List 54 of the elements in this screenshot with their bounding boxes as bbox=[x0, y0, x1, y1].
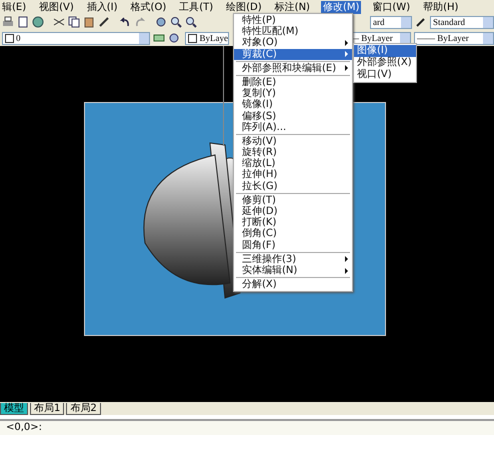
printer-icon[interactable] bbox=[2, 16, 14, 28]
menu-title[interactable]: 工具(T) bbox=[177, 0, 216, 14]
menu-item[interactable]: 外部参照(X) bbox=[354, 57, 416, 69]
menu-item[interactable]: 三维操作(3) bbox=[234, 254, 352, 265]
color-dropdown[interactable]: ByLaye bbox=[185, 32, 229, 44]
menu-title[interactable]: 视图(V) bbox=[37, 0, 76, 14]
menu-item[interactable]: 外部参照和块编辑(E) bbox=[234, 62, 352, 74]
menu-item[interactable]: 缩放(L) bbox=[234, 158, 352, 170]
color-swatch-icon bbox=[188, 34, 197, 42]
menu-title[interactable]: 绘图(D) bbox=[224, 0, 264, 14]
undo-icon[interactable] bbox=[119, 16, 131, 28]
page-icon[interactable] bbox=[17, 16, 29, 28]
menu-title[interactable]: 格式(O) bbox=[128, 0, 168, 14]
menu-item[interactable]: 复制(Y) bbox=[234, 88, 352, 100]
menu-title[interactable]: 帮助(H) bbox=[421, 0, 460, 14]
menu-title[interactable]: 标注(N) bbox=[272, 0, 312, 14]
menu-item[interactable]: 修剪(T) bbox=[234, 194, 352, 206]
menu-item[interactable]: 拉伸(H) bbox=[234, 169, 352, 181]
menu-item[interactable]: 拉长(G) bbox=[234, 180, 352, 192]
lineweight-dropdown[interactable]: —— ByLayer bbox=[414, 32, 494, 44]
layer-name: 0 bbox=[16, 33, 20, 43]
menu-item[interactable]: 剪裁(C) bbox=[234, 48, 352, 60]
layout-tab[interactable]: 布局1 bbox=[30, 403, 64, 415]
layout-tab[interactable]: 布局2 bbox=[66, 403, 101, 415]
menu-item[interactable]: 阵列(A)... bbox=[234, 122, 352, 133]
layer-dropdown[interactable]: 0 bbox=[2, 32, 150, 44]
dim-style-dropdown[interactable]: Standard bbox=[430, 16, 494, 28]
magnifier-icon[interactable] bbox=[185, 16, 197, 28]
menu-item[interactable]: 打断(K) bbox=[234, 217, 352, 228]
menu-title[interactable]: 辑(E) bbox=[0, 0, 28, 14]
zoom-icon[interactable] bbox=[170, 16, 182, 28]
pen-icon[interactable] bbox=[415, 16, 427, 28]
menu-item[interactable]: 删除(E) bbox=[234, 76, 352, 88]
menu-item[interactable]: 实体编辑(N) bbox=[234, 264, 352, 276]
menu-item[interactable]: 特性(P) bbox=[234, 15, 352, 26]
scissors-icon[interactable] bbox=[53, 16, 65, 28]
menu-item[interactable]: 移动(V) bbox=[234, 136, 352, 148]
menu-item[interactable]: 倒角(C) bbox=[234, 228, 352, 240]
menu-item[interactable]: 视口(V) bbox=[354, 69, 416, 81]
menu-title[interactable]: 插入(I) bbox=[84, 0, 120, 14]
menu-item[interactable]: 偏移(S) bbox=[234, 110, 352, 122]
menu-item[interactable]: 圆角(F) bbox=[234, 240, 352, 251]
menu-item[interactable]: 旋转(R) bbox=[234, 147, 352, 158]
clipboard-icon[interactable] bbox=[83, 16, 95, 28]
layers-icon[interactable] bbox=[153, 32, 165, 44]
menu-item[interactable]: 分解(X) bbox=[234, 279, 352, 290]
menu-item[interactable]: 镜像(I) bbox=[234, 99, 352, 110]
text-style-dropdown[interactable]: ard bbox=[370, 16, 412, 28]
menu-title[interactable]: 修改(M) bbox=[320, 0, 362, 14]
menu-item[interactable]: 延伸(D) bbox=[234, 206, 352, 218]
menu-item[interactable]: 图像(I) bbox=[354, 45, 416, 57]
copy-icon[interactable] bbox=[68, 16, 80, 28]
layout-tab[interactable]: 模型 bbox=[0, 403, 28, 415]
menu-title[interactable]: 窗口(W) bbox=[370, 0, 412, 14]
